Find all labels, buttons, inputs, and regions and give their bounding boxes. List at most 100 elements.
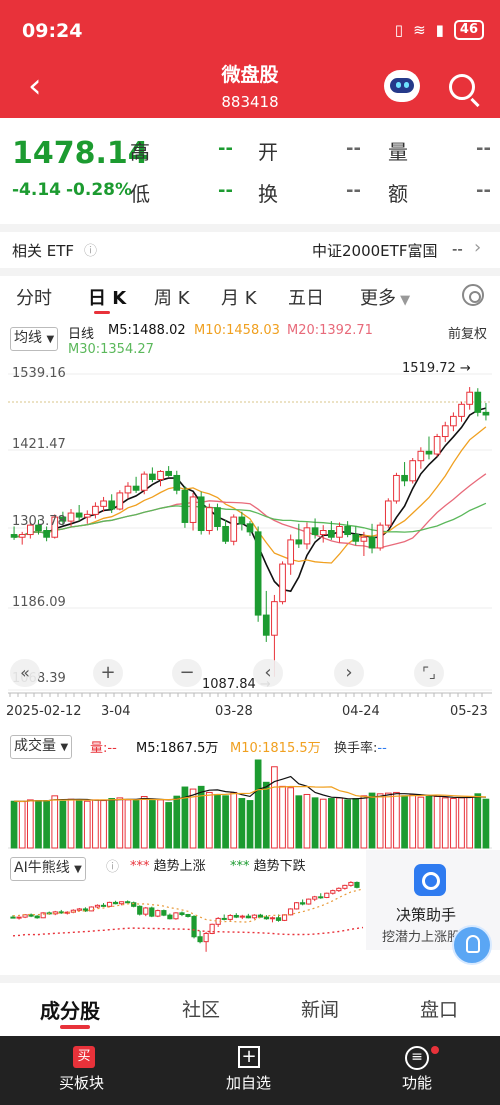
volume-bar bbox=[303, 793, 311, 849]
ai-candle-body bbox=[318, 896, 324, 899]
scroll-left-icon[interactable]: ‹ bbox=[253, 659, 283, 687]
ai-candle-body bbox=[336, 887, 342, 892]
ai-candle-body bbox=[119, 901, 125, 905]
ai-candle-body bbox=[167, 914, 173, 920]
volume-bar bbox=[328, 798, 335, 849]
candle-body bbox=[376, 524, 384, 549]
candle-body bbox=[295, 539, 303, 545]
candle-body bbox=[474, 391, 482, 413]
volume-bar bbox=[43, 800, 50, 849]
tab-community[interactable]: 社区 bbox=[182, 995, 220, 1022]
candle-body bbox=[75, 512, 83, 518]
ai-indicator-button[interactable]: AI牛熊线 ▼ bbox=[10, 857, 86, 881]
high-annotation-value: 1519.72 bbox=[402, 361, 456, 376]
volume-bar bbox=[352, 798, 360, 849]
ai-candle-body bbox=[263, 916, 270, 920]
ai-candle-body bbox=[269, 917, 276, 920]
main-chart[interactable] bbox=[0, 0, 500, 980]
volume-bar bbox=[140, 796, 148, 849]
ai-candle-body bbox=[221, 917, 227, 920]
x-label: 3-04 bbox=[101, 704, 131, 719]
candle-body bbox=[181, 489, 189, 523]
ai-candles bbox=[10, 881, 364, 952]
candle-body bbox=[214, 507, 221, 527]
help-icon[interactable]: ⓘ bbox=[106, 856, 119, 875]
candle-body bbox=[140, 473, 148, 491]
candle-body bbox=[344, 525, 351, 536]
tab-constituents[interactable]: 成分股 bbox=[40, 995, 100, 1024]
candle-body bbox=[441, 425, 449, 438]
candle-body bbox=[157, 470, 164, 480]
candle-body bbox=[230, 516, 238, 542]
ai-candle-body bbox=[342, 884, 348, 889]
ai-candle-body bbox=[275, 917, 282, 921]
volume-indicator-button[interactable]: 成交量 ▼ bbox=[10, 735, 73, 759]
volume-bar bbox=[222, 795, 229, 849]
volume-bar bbox=[368, 792, 376, 849]
candle-body bbox=[100, 500, 107, 507]
volume-bar bbox=[271, 766, 278, 849]
ai-candle-body bbox=[88, 906, 95, 912]
volume-bar bbox=[344, 799, 351, 849]
candle-body bbox=[205, 507, 213, 532]
candle-body bbox=[466, 391, 474, 405]
candle-body bbox=[165, 470, 172, 476]
candle-body bbox=[352, 534, 360, 542]
ai-candle-body bbox=[16, 916, 22, 919]
ai-candle-body bbox=[155, 910, 161, 917]
nav-add-watchlist[interactable]: 加自选 bbox=[226, 1072, 271, 1093]
candle-body bbox=[458, 403, 465, 417]
ai-candle-body bbox=[354, 881, 360, 888]
volume-bar bbox=[26, 799, 34, 849]
lightbulb-icon[interactable] bbox=[452, 925, 492, 965]
nav-functions[interactable]: 功能 bbox=[402, 1072, 432, 1093]
volume-bar bbox=[35, 800, 42, 849]
notification-dot bbox=[431, 1046, 439, 1054]
nav-buy-sector[interactable]: 买板块 bbox=[59, 1072, 104, 1093]
volume-bar bbox=[92, 799, 99, 849]
candle-body bbox=[287, 539, 295, 565]
candle-body bbox=[328, 530, 335, 538]
volume-bar bbox=[75, 799, 83, 849]
ai-candle-body bbox=[173, 912, 179, 920]
vol-label: 量:-- bbox=[90, 741, 117, 756]
vol-m10: M10:1815.5万 bbox=[230, 741, 321, 756]
candle-body bbox=[222, 525, 229, 542]
ai-candle-body bbox=[245, 915, 251, 919]
volume-bar bbox=[425, 796, 433, 849]
dropdown-icon: ▼ bbox=[60, 742, 69, 753]
zoom-out-icon[interactable]: − bbox=[172, 659, 202, 687]
candle-body bbox=[83, 513, 91, 518]
ai-candle-body bbox=[330, 890, 336, 894]
y-label: 1421.47 bbox=[12, 437, 66, 452]
collapse-left-icon[interactable]: « bbox=[10, 659, 40, 687]
x-label: 05-23 bbox=[450, 704, 488, 719]
candle-body bbox=[189, 496, 197, 523]
ai-candle-body bbox=[100, 904, 107, 907]
zoom-in-icon[interactable]: + bbox=[93, 659, 123, 687]
volume-bar bbox=[417, 796, 425, 849]
fullscreen-icon[interactable]: ⌜⌟ bbox=[414, 659, 444, 687]
volume-bar bbox=[100, 800, 107, 849]
ai-candle-body bbox=[106, 901, 113, 907]
ai-candle-body bbox=[251, 914, 257, 919]
volume-bar bbox=[67, 798, 75, 849]
scroll-right-icon[interactable]: › bbox=[334, 659, 364, 687]
ai-candle-body bbox=[197, 936, 203, 943]
y-label: 1539.16 bbox=[12, 366, 66, 381]
ai-candle-body bbox=[185, 914, 191, 917]
tab-news[interactable]: 新闻 bbox=[301, 995, 339, 1022]
volume-bar bbox=[238, 798, 246, 849]
candle-body bbox=[368, 536, 376, 549]
ai-candle-body bbox=[287, 908, 294, 916]
ai-candle-body bbox=[94, 904, 101, 908]
volume-bar bbox=[262, 781, 270, 849]
volume-bar bbox=[83, 800, 91, 849]
turnover-rate-text: 换手率: bbox=[334, 741, 378, 756]
tab-order-book[interactable]: 盘口 bbox=[420, 995, 458, 1022]
candle-body bbox=[311, 527, 319, 536]
legend-down-label: 趋势下跌 bbox=[253, 859, 306, 874]
ma5-line bbox=[13, 407, 487, 593]
volume-bar bbox=[59, 800, 67, 849]
volume-bar bbox=[205, 791, 213, 849]
